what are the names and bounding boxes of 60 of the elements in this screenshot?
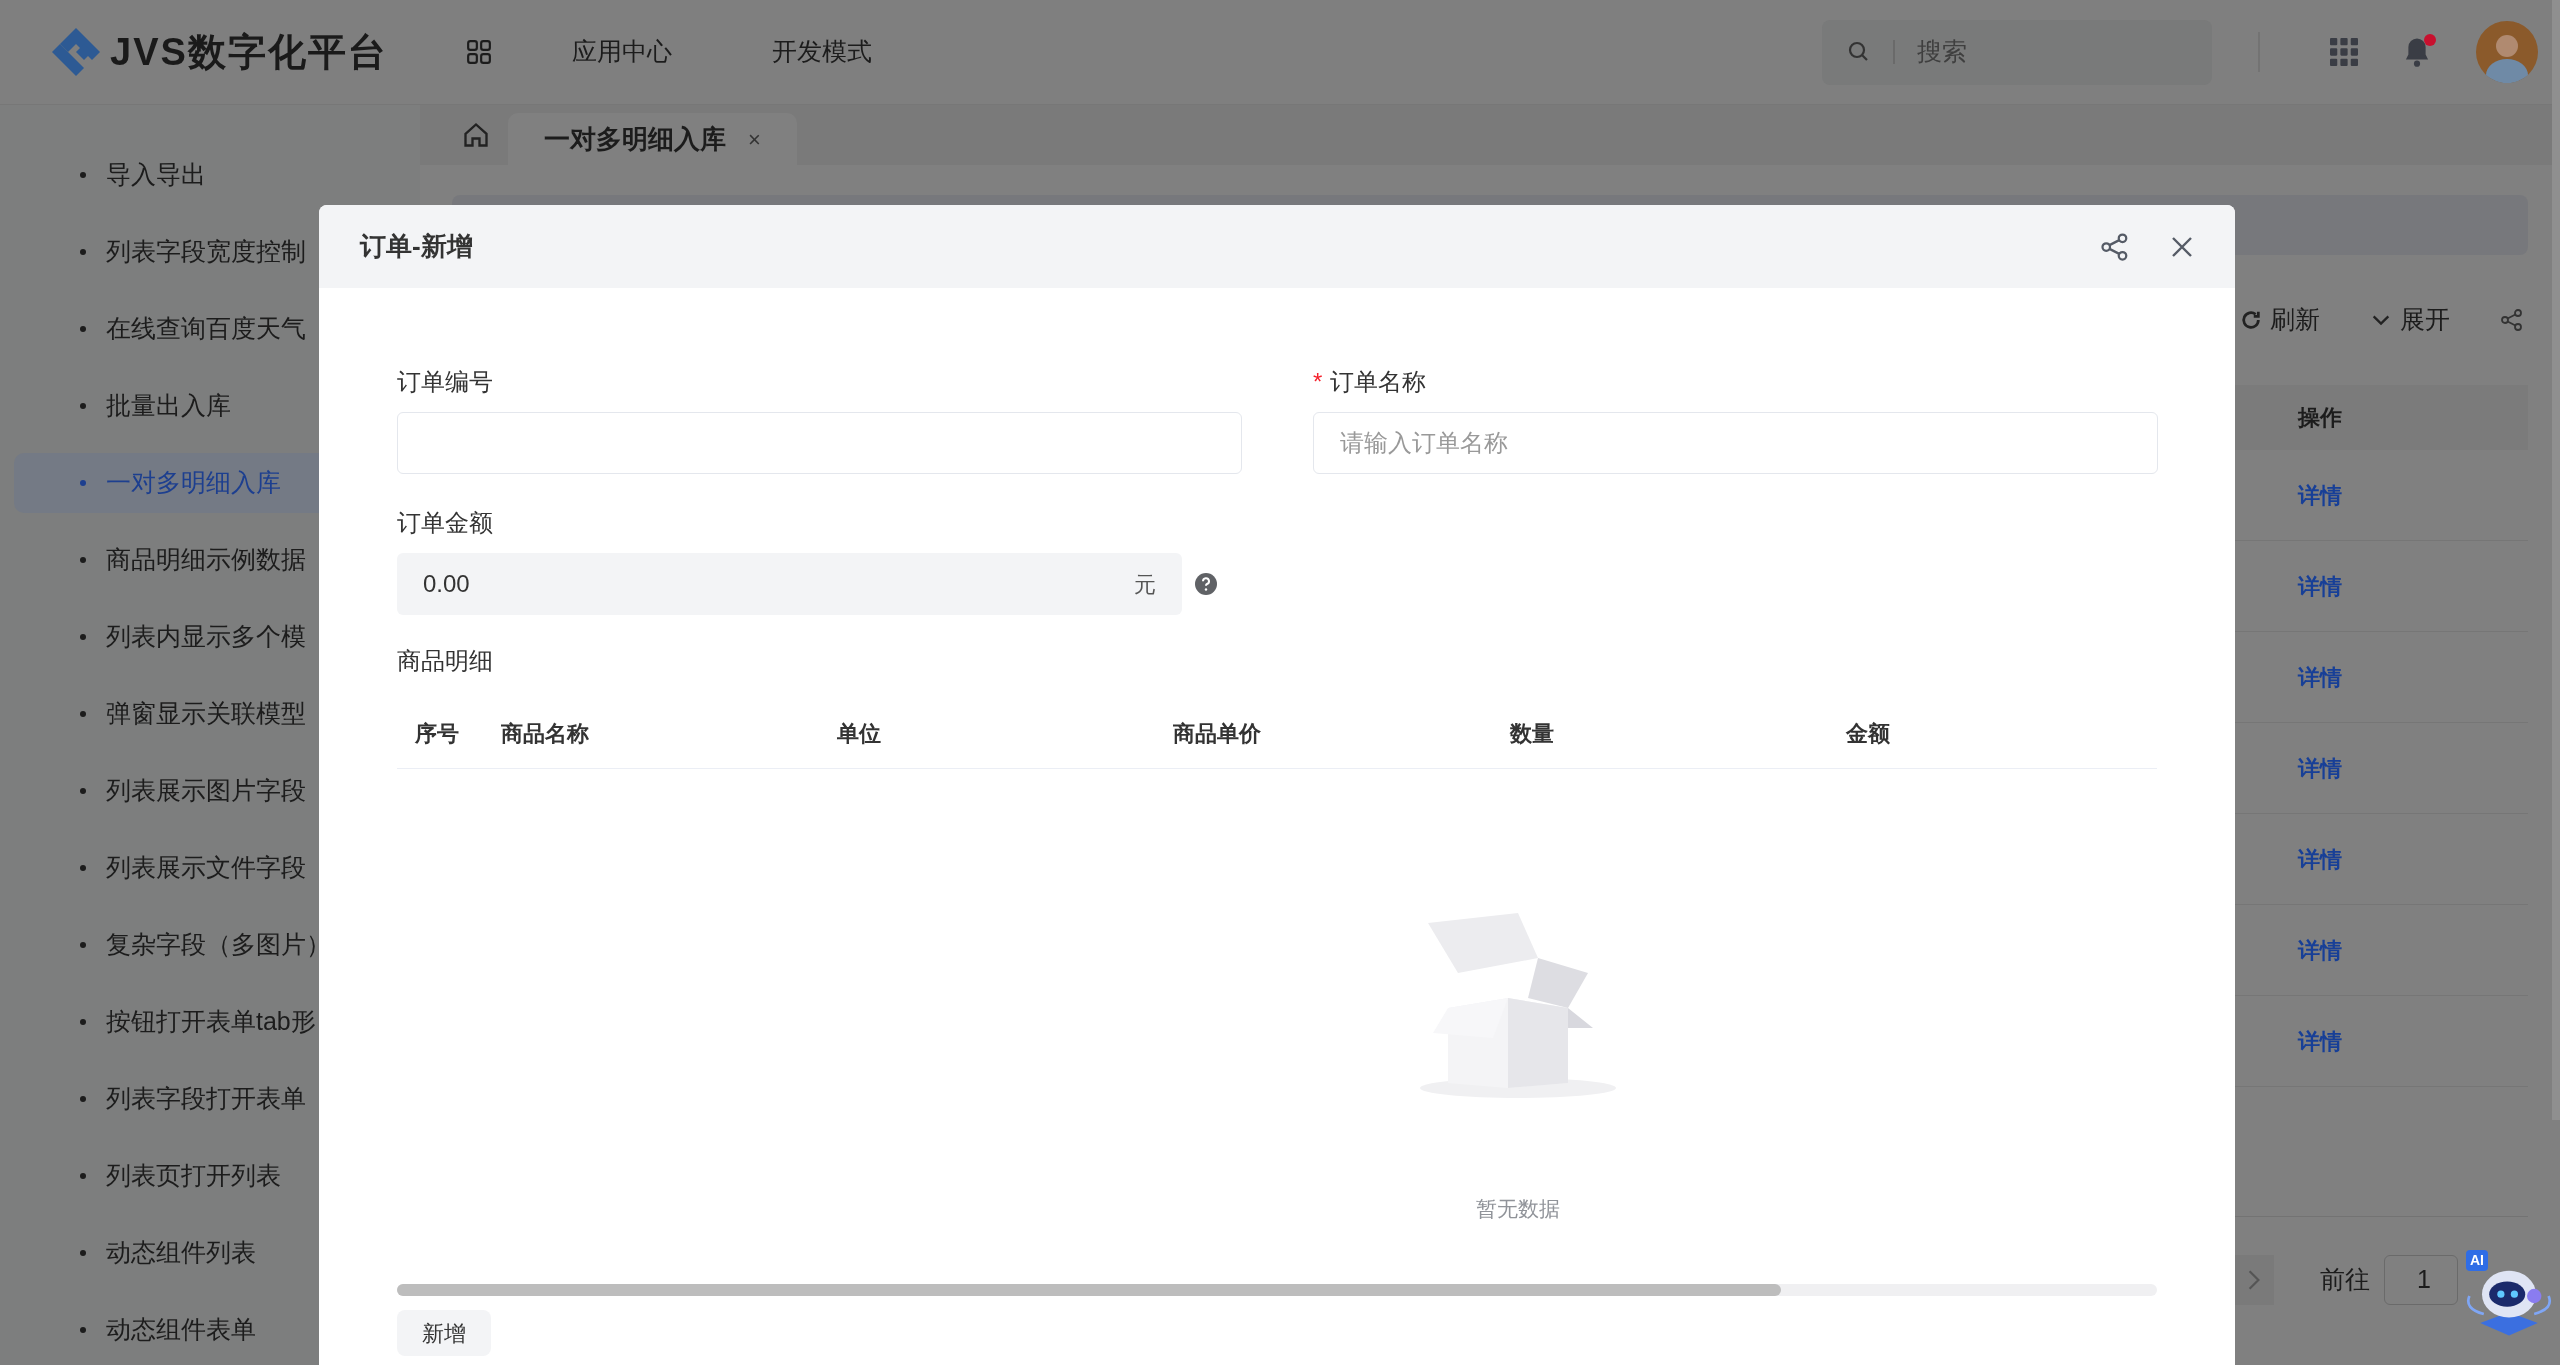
page-input[interactable]: 1 (2384, 1255, 2458, 1305)
section-title: 商品明细 (397, 646, 494, 676)
page-tab[interactable]: 一对多明细入库 × (508, 113, 797, 165)
sidebar-item[interactable]: 列表展示图片字段 (14, 761, 406, 821)
details-link[interactable]: 详情 (2298, 482, 2342, 508)
column-header: 操作 (2298, 404, 2343, 432)
details-link[interactable]: 详情 (2298, 755, 2342, 781)
next-page-button[interactable] (2234, 1255, 2274, 1305)
apps-icon[interactable] (466, 39, 492, 65)
dialog-title: 订单-新增 (360, 230, 474, 263)
details-link[interactable]: 详情 (2298, 937, 2342, 963)
details-link[interactable]: 详情 (2298, 573, 2342, 599)
details-link[interactable]: 详情 (2298, 1028, 2342, 1054)
column-header: 序号 (415, 721, 459, 746)
currency-unit: 元 (1134, 570, 1156, 599)
refresh-icon (2240, 309, 2262, 331)
amount-field[interactable]: 0.00 元 (397, 553, 1182, 615)
sidebar-item[interactable]: 列表页打开列表 (14, 1146, 406, 1206)
goto-label: 前往 (2320, 1264, 2370, 1296)
expand-button[interactable]: 展开 (2370, 301, 2450, 339)
nav-link[interactable]: 应用中心 (546, 33, 698, 71)
details-link[interactable]: 详情 (2298, 664, 2342, 690)
required-mark: * (1313, 367, 1323, 397)
refresh-button[interactable]: 刷新 (2240, 301, 2320, 339)
amount-value: 0.00 (423, 569, 470, 599)
sidebar-item[interactable]: 在线查询百度天气 (14, 299, 406, 359)
sidebar-item[interactable]: 列表字段打开表单 (14, 1069, 406, 1129)
column-header: 商品单价 (1173, 721, 1261, 746)
column-header: 单位 (837, 721, 881, 746)
close-icon[interactable]: × (748, 122, 761, 156)
home-icon[interactable] (462, 121, 490, 149)
share-icon[interactable] (2500, 308, 2524, 332)
logo-text: JVS数字化平台 (110, 29, 388, 75)
sidebar-item[interactable]: 按钮打开表单tab形 (14, 992, 406, 1052)
column-header: 商品名称 (501, 721, 589, 746)
close-icon[interactable] (2170, 234, 2194, 259)
ai-badge: AI (2466, 1250, 2488, 1271)
sidebar-item[interactable]: 复杂字段（多图片） (14, 915, 406, 975)
share-icon[interactable] (2100, 231, 2130, 262)
search-placeholder: 搜索 (1917, 36, 1967, 68)
search-field[interactable]: 搜索 (1822, 19, 2212, 85)
nav-link[interactable]: 开发模式 (746, 33, 898, 71)
field-label: 订单名称 (1330, 367, 1427, 397)
column-header: 数量 (1510, 721, 1554, 746)
grid-icon[interactable] (2330, 38, 2358, 66)
sidebar-item[interactable]: 弹窗显示关联模型 (14, 684, 406, 744)
add-button[interactable]: 新增 (397, 1310, 491, 1356)
horizontal-scrollbar[interactable] (397, 1284, 2157, 1296)
column-header: 金额 (1846, 721, 1890, 746)
sidebar-item[interactable]: 导入导出 (14, 145, 406, 205)
scrollbar[interactable] (2552, 0, 2560, 1120)
help-icon[interactable] (1194, 572, 1218, 596)
sidebar-item[interactable]: 动态组件列表 (14, 1223, 406, 1283)
field-label: 订单编号 (397, 367, 493, 397)
sidebar-item[interactable]: 列表展示文件字段 (14, 838, 406, 898)
text-field[interactable]: 请输入订单名称 (1313, 412, 2158, 474)
details-link[interactable]: 详情 (2298, 846, 2342, 872)
logo-icon (50, 26, 102, 78)
text-field[interactable] (397, 412, 1242, 474)
empty-text: 暂无数据 (1476, 1195, 1560, 1222)
